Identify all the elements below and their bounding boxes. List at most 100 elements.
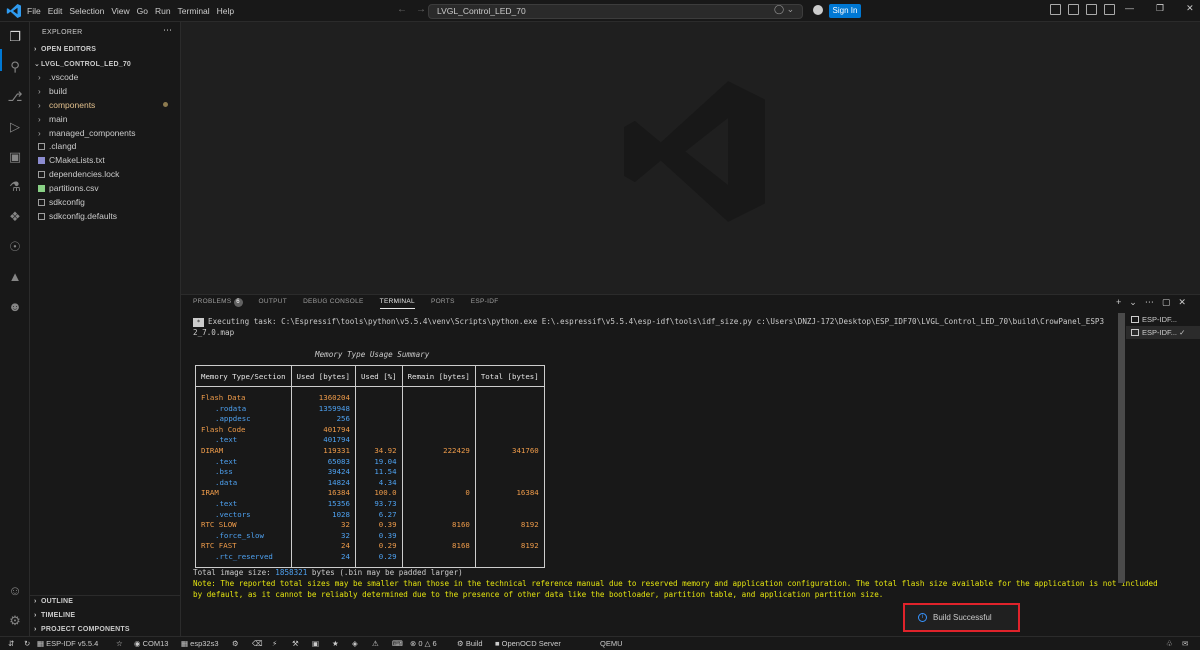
project-section[interactable]: ⌄LVGL_CONTROL_LED_70 [34,60,131,68]
account-avatar-icon[interactable]: ☺ [7,583,23,599]
menu-help[interactable]: Help [217,0,241,22]
note-line-1: Note: The reported total sizes may be sm… [193,579,1158,588]
bell-icon[interactable]: ♧ [1166,637,1173,650]
tree-item-partitions-csv[interactable]: partitions.csv [36,182,176,195]
panel-more-icon[interactable]: ⋯ [1145,295,1154,309]
cell-name: RTC FAST [195,541,292,552]
bug-icon[interactable]: ⚠ [372,637,379,650]
openocd-item[interactable]: ■ OpenOCD Server [495,637,561,650]
cell-remain: 222429 [401,445,476,457]
tab-problems[interactable]: PROBLEMS 6 [193,295,243,309]
build-notification[interactable]: i Build Successful [903,603,1020,632]
timeline-section[interactable]: › TIMELINE [34,612,75,619]
minimize-icon[interactable]: — [1125,3,1134,14]
sync-icon[interactable]: ↻ [24,637,30,650]
problems-item[interactable]: ⊗ 0 △ 6 [410,637,437,650]
tree-item-sdkconfig[interactable]: sdkconfig [36,196,176,209]
open-editors-section[interactable]: › OPEN EDITORS [34,46,96,53]
terminal-dropdown-icon[interactable]: ⌄ [1129,295,1137,309]
memory-table-row: IRAM 16384 100.0 0 16384 [195,488,545,499]
customize-layout-icon[interactable] [1050,4,1061,15]
terminal-list-item[interactable]: ESP-IDF... [1126,313,1200,326]
settings-gear-icon[interactable]: ⚙ [7,613,23,629]
explorer-icon[interactable]: ❐ [7,29,23,45]
terminal-icon[interactable]: ⌨ [392,637,403,650]
alien-extension-icon[interactable]: ☻ [7,299,23,315]
toggle-sidebar-icon[interactable] [1068,4,1079,15]
tree-item-managed-components[interactable]: › managed_components [36,127,176,140]
project-components-section[interactable]: › PROJECT COMPONENTS [34,626,130,633]
python-icon[interactable]: ❖ [7,209,23,225]
feedback-icon[interactable]: ✉ [1182,637,1188,650]
outline-section[interactable]: › OUTLINE [34,598,73,605]
col-used-pct: Used [%] [354,365,403,387]
account-icon[interactable] [813,5,823,15]
copilot-icon[interactable]: ◯ ⌄ [774,4,794,15]
menu-run[interactable]: Run [155,0,178,22]
wrench-icon[interactable]: ⚒ [292,637,299,650]
tab-esp-idf[interactable]: ESP-IDF [471,295,499,309]
flame-icon[interactable]: ◈ [352,637,358,650]
trash-icon[interactable]: ⌫ [252,637,263,650]
menu-selection[interactable]: Selection [69,0,111,22]
menu-file[interactable]: File [27,0,48,22]
editor-area[interactable] [181,22,1200,294]
command-center[interactable]: LVGL_Control_LED_70 [428,4,803,19]
tree-item-clangd[interactable]: .clangd [36,140,176,153]
run-debug-icon[interactable]: ▷ [7,119,23,135]
flash-monitor-icon[interactable]: ★ [332,637,339,650]
cell-name: RTC SLOW [195,520,292,531]
idf-version-item[interactable]: ▦ ESP-IDF v5.5.4 [37,637,98,650]
tree-item-build[interactable]: › build [36,85,176,98]
monitor-icon[interactable]: ▣ [312,637,319,650]
chevron-down-icon: ⌄ [34,61,41,68]
qemu-item[interactable]: QEMU [600,637,623,650]
tree-item-main[interactable]: › main [36,113,176,126]
memory-table-row: .rodata 1359948 [195,403,545,415]
target-item[interactable]: ▦ esp32s3 [181,637,219,650]
toggle-secondary-sidebar-icon[interactable] [1104,4,1115,15]
terminal-output[interactable]: * Executing task: C:\Espressif\tools\pyth… [193,317,1158,635]
testing-icon[interactable]: ⚗ [7,179,23,195]
remote-icon[interactable]: ⇵ [8,637,14,650]
forward-arrow-icon[interactable]: → [416,4,426,15]
flash-icon[interactable]: ⚡ [272,637,277,650]
openocd-icon: ■ [495,639,502,648]
search-icon[interactable]: ⚲ [7,59,23,75]
star-icon[interactable]: ☆ [116,637,123,650]
close-icon[interactable]: ✕ [1186,3,1194,14]
build-item[interactable]: ⚙ Build [457,637,483,650]
source-control-icon[interactable]: ⎇ [7,89,23,105]
extensions-icon[interactable]: ▣ [7,149,23,165]
maximize-panel-icon[interactable]: ▢ [1162,295,1171,309]
port-item[interactable]: ◉ COM13 [134,637,168,650]
tree-item-dependencies-lock[interactable]: dependencies.lock [36,168,176,181]
back-arrow-icon[interactable]: ← [397,4,407,15]
tree-item-vscode[interactable]: › .vscode [36,71,176,84]
terminal-list-item[interactable]: ESP-IDF... ✓ [1126,326,1200,339]
settings-icon[interactable]: ⚙ [232,637,239,650]
restore-icon[interactable]: ❐ [1156,3,1164,14]
tab-output[interactable]: OUTPUT [259,295,288,309]
tab-ports[interactable]: PORTS [431,295,455,309]
more-actions-icon[interactable]: ⋯ [163,25,172,36]
menu-edit[interactable]: Edit [48,0,70,22]
menu-go[interactable]: Go [137,0,155,22]
tree-item-components[interactable]: › components [36,99,176,112]
chevron-right-icon: › [38,101,41,110]
platform-icon[interactable]: ▲ [7,269,23,285]
menu-view[interactable]: View [111,0,136,22]
tab-debug-console[interactable]: DEBUG CONSOLE [303,295,364,309]
total-image-size-line: Total image size: 1858321 bytes (.bin ma… [193,568,463,577]
tree-item-sdkconfig-defaults[interactable]: sdkconfig.defaults [36,210,176,223]
cell-name: Flash Data [195,386,292,404]
esp-idf-icon[interactable]: ☉ [7,239,23,255]
toggle-panel-icon[interactable] [1086,4,1097,15]
close-panel-icon[interactable]: ✕ [1178,295,1186,309]
terminal-scrollbar[interactable] [1118,313,1125,583]
sign-in-button[interactable]: Sign In [829,4,861,18]
tab-terminal[interactable]: TERMINAL [379,295,415,309]
menu-terminal[interactable]: Terminal [178,0,217,22]
new-terminal-icon[interactable]: + [1116,295,1121,309]
tree-item-cmakelists[interactable]: CMakeLists.txt [36,154,176,167]
